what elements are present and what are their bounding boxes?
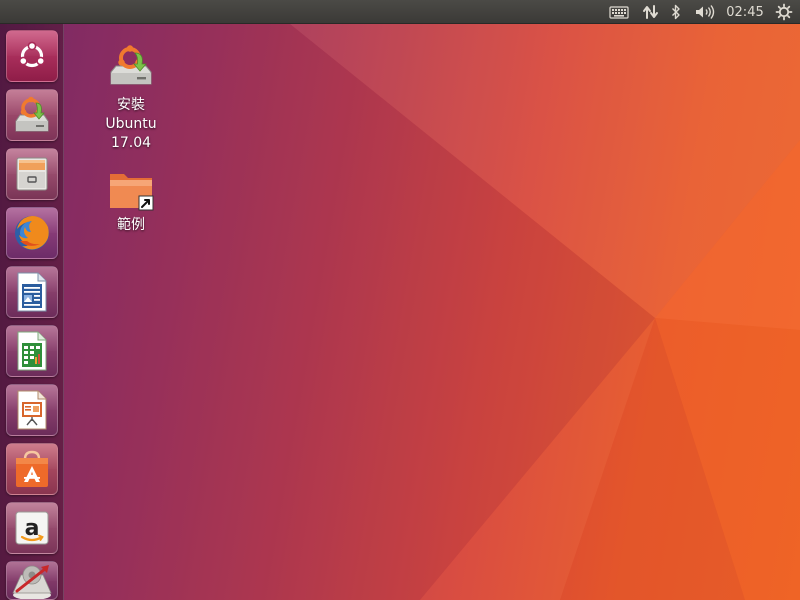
system-settings-icon xyxy=(12,565,52,599)
network-icon[interactable] xyxy=(639,0,663,24)
files-icon xyxy=(16,157,48,191)
install-ubuntu-icon xyxy=(110,45,152,85)
launcher-item-files[interactable] xyxy=(6,148,58,200)
clock-label: 02:45 xyxy=(726,4,764,20)
libreoffice-calc-icon xyxy=(17,331,47,371)
launcher-item-firefox[interactable] xyxy=(6,207,58,259)
bluetooth-icon[interactable] xyxy=(666,0,686,24)
volume-icon[interactable] xyxy=(692,0,718,24)
firefox-icon xyxy=(15,216,49,250)
install-ubuntu-icon xyxy=(15,96,49,132)
label-line-2: Ubuntu xyxy=(105,116,157,132)
launcher-item-software-center[interactable] xyxy=(6,443,58,495)
amazon-icon: a xyxy=(15,511,49,545)
folder-link-icon xyxy=(110,174,154,211)
svg-text:a: a xyxy=(25,516,40,541)
launcher-item-install-ubuntu[interactable] xyxy=(6,89,58,141)
clock[interactable]: 02:45 xyxy=(722,0,768,24)
label-line-3: 17.04 xyxy=(110,135,152,151)
desktop-icon-label: 範例 xyxy=(117,217,145,233)
launcher-item-system-settings[interactable] xyxy=(6,561,58,600)
libreoffice-writer-icon xyxy=(17,272,47,312)
launcher-item-dash[interactable] xyxy=(6,30,58,82)
keyboard-icon[interactable] xyxy=(607,0,631,24)
desktop-icon-install-ubuntu[interactable]: 安裝 Ubuntu 17.04 xyxy=(91,42,171,153)
top-panel: 02:45 xyxy=(0,0,800,24)
desktop-icon-label: 安裝 Ubuntu 17.04 xyxy=(105,96,156,153)
software-center-icon xyxy=(16,450,48,487)
desktop[interactable]: 02:45 a 安裝 Ubuntu 17.04 範例 xyxy=(0,0,800,600)
launcher-item-calc[interactable] xyxy=(6,325,58,377)
launcher-item-impress[interactable] xyxy=(6,384,58,436)
desktop-icon-examples[interactable]: 範例 xyxy=(91,166,171,235)
launcher: a xyxy=(0,24,64,600)
power-icon[interactable] xyxy=(773,0,795,24)
label-line-1: 安裝 xyxy=(117,97,145,113)
dash-home-icon xyxy=(18,41,46,68)
launcher-item-amazon[interactable]: a xyxy=(6,502,58,554)
libreoffice-impress-icon xyxy=(17,390,47,430)
launcher-item-writer[interactable] xyxy=(6,266,58,318)
